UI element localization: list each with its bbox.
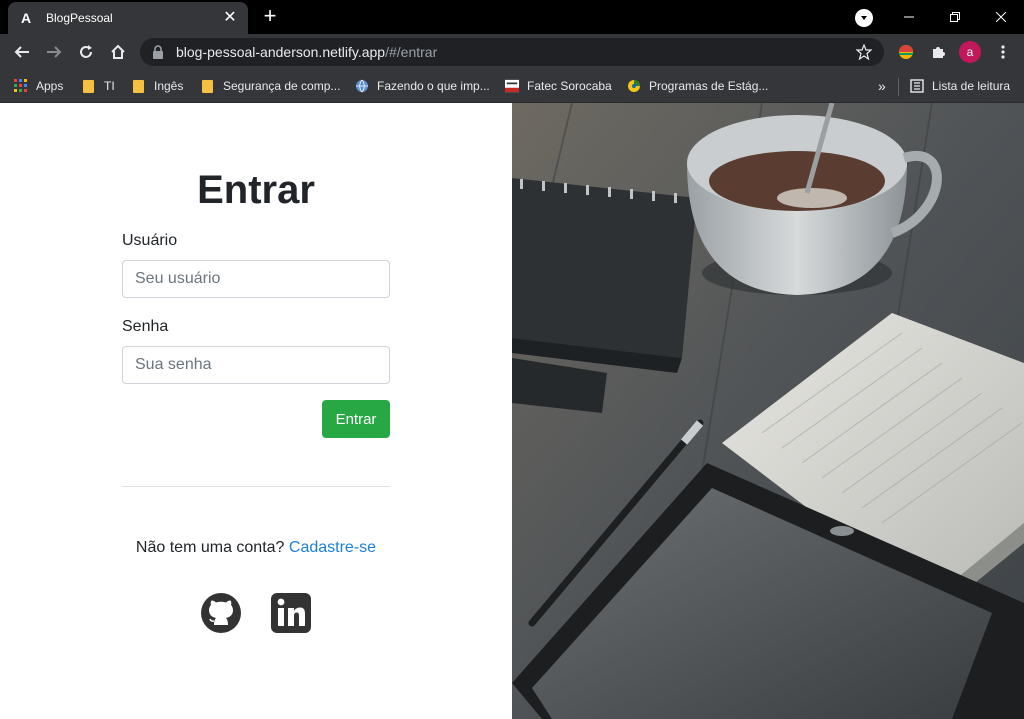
signup-prompt-text: Não tem uma conta? (135, 539, 285, 556)
minimize-icon[interactable] (886, 0, 932, 34)
browser-menu-icon[interactable] (993, 42, 1013, 62)
folder-icon (202, 79, 213, 93)
browser-tab[interactable]: A BlogPessoal ✕ (8, 2, 248, 34)
password-input[interactable] (122, 346, 390, 384)
tab-search-icon[interactable] (855, 9, 873, 27)
bookmark-star-icon[interactable] (856, 44, 872, 60)
color-extension-icon[interactable] (896, 42, 916, 62)
hero-image (512, 103, 1024, 719)
bookmarks-overflow-icon[interactable]: » (878, 76, 886, 96)
bookmark-ingles[interactable]: Ingês (133, 76, 183, 96)
bookmark-label: Ingês (154, 79, 184, 93)
bookmark-ti[interactable]: TI (83, 76, 115, 96)
tab-title: BlogPessoal (46, 11, 113, 25)
close-tab-icon[interactable]: ✕ (222, 10, 238, 26)
bookmark-label: Apps (36, 79, 64, 93)
restore-icon[interactable] (932, 0, 978, 34)
folder-icon (83, 79, 94, 93)
lock-icon (153, 45, 163, 59)
bookmark-fazendo[interactable]: Fazendo o que imp... (355, 76, 490, 96)
close-window-icon[interactable] (978, 0, 1024, 34)
reading-list-button[interactable]: Lista de leitura (910, 76, 1010, 96)
browser-toolbar: blog-pessoal-anderson.netlify.app/#/entr… (0, 34, 1024, 70)
browser-tab-strip: A BlogPessoal ✕ + (0, 0, 1024, 34)
password-label: Senha (122, 318, 169, 335)
profile-avatar[interactable]: a (959, 41, 981, 63)
globe-icon (356, 79, 368, 93)
username-label: Usuário (122, 232, 178, 249)
bookmarks-separator (898, 78, 899, 96)
bookmark-label: Programas de Estág... (649, 79, 769, 93)
signup-link[interactable]: Cadastre-se (289, 539, 376, 556)
new-tab-icon[interactable]: + (260, 5, 280, 27)
bookmark-programas[interactable]: Programas de Estág... (627, 76, 768, 96)
form-divider (122, 486, 390, 487)
login-button[interactable]: Entrar (322, 400, 390, 438)
page-content: Entrar Usuário Senha Entrar Não tem uma … (0, 103, 1024, 719)
bookmark-fatec[interactable]: Fatec Sorocaba (505, 76, 612, 96)
bookmark-apps[interactable]: Apps (14, 76, 63, 96)
bookmarks-bar: Apps TI Ingês Segurança de comp... Fazen… (0, 70, 1024, 103)
bookmark-label: TI (104, 79, 115, 93)
reading-list-label: Lista de leitura (932, 79, 1011, 93)
login-form: Entrar Usuário Senha Entrar Não tem uma … (0, 103, 512, 719)
forward-icon[interactable] (42, 40, 66, 64)
site-icon (628, 80, 640, 92)
bookmark-label: Segurança de comp... (223, 79, 341, 93)
username-input[interactable] (122, 260, 390, 298)
reading-list-icon (910, 79, 924, 93)
folder-icon (133, 79, 144, 93)
extensions-puzzle-icon[interactable] (928, 42, 948, 62)
angular-favicon-icon: A (20, 10, 32, 26)
back-icon[interactable] (10, 40, 34, 64)
desk-coffee-photo (512, 103, 1024, 719)
reload-icon[interactable] (74, 40, 98, 64)
bookmark-label: Fazendo o que imp... (377, 79, 490, 93)
linkedin-icon[interactable] (270, 592, 312, 634)
home-icon[interactable] (106, 40, 130, 64)
apps-grid-icon (14, 79, 27, 92)
github-icon[interactable] (200, 592, 242, 634)
fatec-icon (505, 79, 519, 93)
url-text: blog-pessoal-anderson.netlify.app/#/entr… (176, 44, 438, 60)
bookmark-seguranca[interactable]: Segurança de comp... (202, 76, 340, 96)
page-title: Entrar (197, 168, 315, 212)
bookmark-label: Fatec Sorocaba (527, 79, 612, 93)
address-bar[interactable]: blog-pessoal-anderson.netlify.app/#/entr… (140, 38, 884, 66)
signup-prompt: Não tem uma conta? Cadastre-se (0, 539, 512, 557)
